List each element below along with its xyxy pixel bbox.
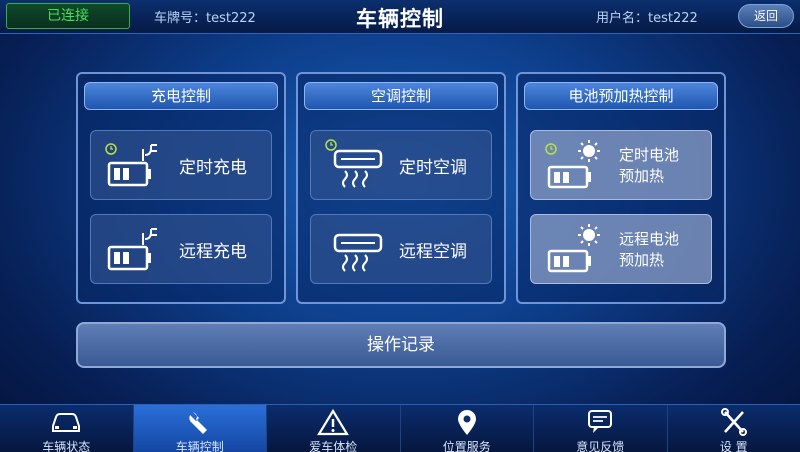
nav-label: 意见反馈 [576, 440, 625, 452]
car-icon [52, 413, 81, 432]
remote-ac-button[interactable]: 远程空调 [310, 214, 492, 284]
nav-label: 设 置 [719, 440, 748, 452]
remote-ac-label: 远程空调 [399, 242, 467, 262]
nav-label: 车辆状态 [42, 440, 91, 452]
bottom-nav: 车辆状态 车辆控制 爱车体检 位置服务 意见反馈 设 置 [0, 404, 800, 452]
nav-item-feedback[interactable]: 意见反馈 [534, 405, 668, 452]
remote-charge-label: 远程充电 [179, 242, 247, 262]
timed-ac-label: 定时空调 [399, 158, 467, 178]
plate-number: 车牌号：test222 [154, 11, 256, 26]
nav-label: 爱车体检 [309, 440, 358, 452]
battery-preheat-title: 电池预加热控制 [524, 82, 718, 110]
header-bar: 已连接 车牌号：test222 车辆控制 用户名：test222 返回 [0, 0, 800, 34]
feedback-icon [588, 410, 613, 433]
timed-battery-preheat-button[interactable]: 定时电池 预加热 [530, 130, 712, 200]
nav-item-settings[interactable]: 设 置 [668, 405, 800, 452]
nav-label: 位置服务 [442, 440, 491, 452]
charge-timer-icon [105, 143, 157, 187]
ac-control-panel: 空调控制 定时空调 远程空调 [296, 72, 506, 304]
location-pin-icon [457, 410, 476, 435]
charge-control-panel: 充电控制 定时充电 远程充电 [76, 72, 286, 304]
ac-timer-icon [325, 139, 383, 188]
timed-charge-label: 定时充电 [179, 158, 247, 178]
nav-item-vehicle-checkup[interactable]: 爱车体检 [267, 405, 401, 452]
charge-remote-icon [107, 228, 157, 271]
remote-battery-preheat-label: 远程电池 预加热 [619, 230, 680, 269]
battery-preheat-panel: 电池预加热控制 定时电池 预加热 远程电池 预加热 [516, 72, 726, 304]
operation-record-button[interactable]: 操作记录 [76, 322, 726, 368]
nav-item-vehicle-control[interactable]: 车辆控制 [133, 405, 267, 452]
connection-status-badge: 已连接 [6, 3, 130, 29]
ac-remote-icon [333, 233, 383, 272]
nav-item-vehicle-status[interactable]: 车辆状态 [0, 405, 134, 452]
charge-control-title: 充电控制 [84, 82, 278, 110]
wrench-icon [189, 412, 207, 434]
page-title: 车辆控制 [356, 7, 444, 31]
nav-label: 车辆控制 [175, 440, 224, 452]
remote-charge-button[interactable]: 远程充电 [90, 214, 272, 284]
timed-ac-button[interactable]: 定时空调 [310, 130, 492, 200]
battery-heat-timer-icon [545, 140, 600, 189]
battery-heat-remote-icon [547, 224, 600, 273]
username: 用户名：test222 [596, 11, 698, 26]
warning-icon [317, 408, 350, 436]
remote-battery-preheat-button[interactable]: 远程电池 预加热 [530, 214, 712, 284]
timed-battery-preheat-label: 定时电池 预加热 [619, 146, 680, 185]
back-button[interactable]: 返回 [738, 4, 794, 28]
nav-item-location-service[interactable]: 位置服务 [401, 405, 534, 452]
ac-control-title: 空调控制 [304, 82, 498, 110]
timed-charge-button[interactable]: 定时充电 [90, 130, 272, 200]
settings-icon [720, 408, 747, 436]
